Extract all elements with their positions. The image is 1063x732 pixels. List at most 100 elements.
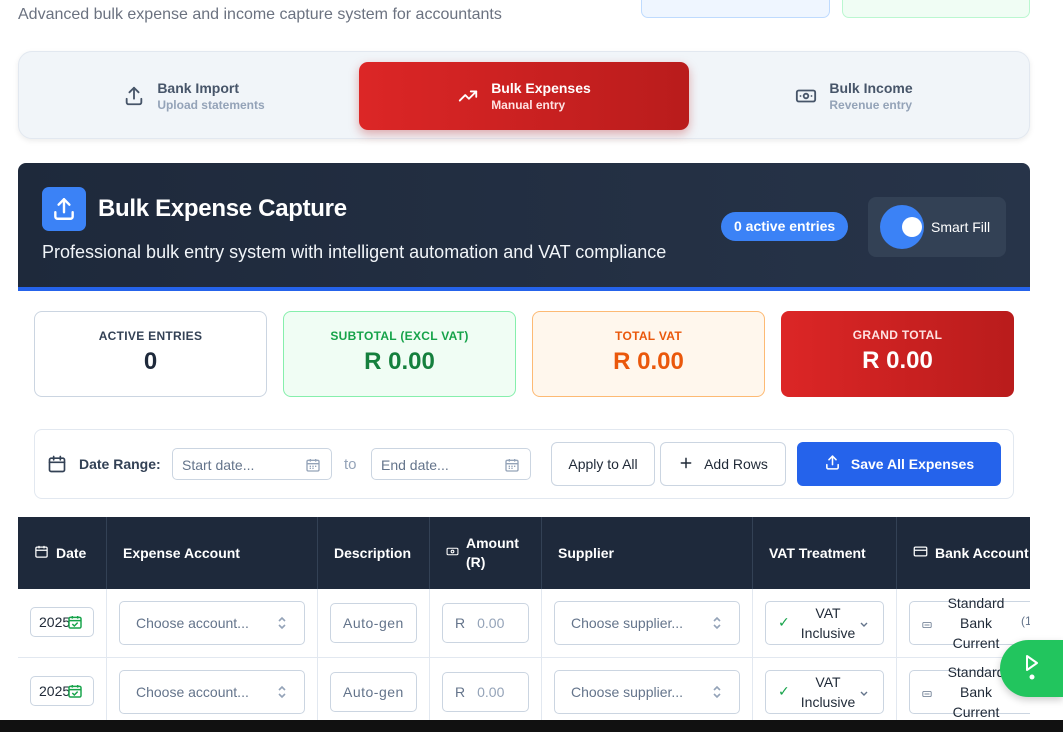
column-header-vat-treatment: VAT Treatment [753, 517, 897, 589]
column-header-description: Description [318, 517, 430, 589]
description-placeholder: Auto-gen [343, 615, 404, 631]
card-label: SUBTOTAL (EXCL VAT) [330, 329, 469, 343]
card-label: GRAND TOTAL [852, 328, 943, 342]
apply-to-all-label: Apply to All [568, 456, 638, 472]
expense-table-header: Date Expense Account Description Amount … [18, 517, 1030, 589]
grand-total-card: GRAND TOTAL R 0.00 [781, 311, 1014, 397]
plus-icon [678, 455, 694, 474]
supplier-select[interactable]: Choose supplier... [554, 601, 740, 645]
chevron-up-down-icon [276, 684, 288, 703]
expense-account-placeholder: Choose account... [136, 615, 249, 631]
banknote-icon [446, 545, 459, 561]
tab-label: Bank Import [157, 80, 239, 96]
expense-account-select[interactable]: Choose account... [119, 670, 305, 714]
tab-sublabel: Upload statements [157, 98, 265, 112]
save-all-expenses-button[interactable]: Save All Expenses [797, 442, 1001, 486]
date-range-label: Date Range: [79, 456, 161, 472]
amount-input[interactable]: R 0.00 [442, 603, 529, 643]
supplier-placeholder: Choose supplier... [571, 684, 684, 700]
chevron-up-down-icon [711, 615, 723, 634]
column-header-label: Description [334, 545, 412, 561]
upload-icon [42, 187, 86, 231]
capture-header: Bulk Expense Capture Professional bulk e… [18, 163, 1030, 291]
bulk-expense-panel: Bulk Expense Capture Professional bulk e… [18, 163, 1030, 723]
calendar-check-icon[interactable] [67, 614, 83, 633]
column-header-expense-account: Expense Account [107, 517, 318, 589]
smart-fill-label: Smart Fill [931, 219, 991, 235]
vat-treatment-value: VAT Inclusive [800, 605, 856, 641]
chevron-up-down-icon [276, 615, 288, 634]
tab-label: Bulk Expenses [491, 80, 591, 96]
add-rows-button[interactable]: Add Rows [660, 442, 786, 486]
card-label: ACTIVE ENTRIES [98, 329, 203, 343]
page-subtitle: Advanced bulk expense and income capture… [18, 6, 502, 23]
column-header-label: Supplier [558, 545, 615, 561]
save-all-expenses-label: Save All Expenses [850, 456, 975, 472]
supplier-select[interactable]: Choose supplier... [554, 670, 740, 714]
description-placeholder: Auto-gen [343, 684, 404, 700]
card-label: TOTAL VAT [615, 329, 682, 343]
column-header-label: Amount (R) [466, 535, 519, 570]
active-entries-card: ACTIVE ENTRIES 0 [34, 311, 267, 397]
description-input[interactable]: Auto-gen [330, 603, 417, 643]
calendar-icon[interactable] [504, 457, 520, 476]
bank-account-select[interactable]: Standard Bank Current (1 [909, 595, 1030, 651]
date-value: 2025 [39, 683, 71, 699]
mode-tabs: Bank Import Upload statements Bulk Expen… [18, 51, 1030, 139]
tab-label: Bulk Income [829, 80, 913, 96]
expense-account-select[interactable]: Choose account... [119, 601, 305, 645]
description-input[interactable]: Auto-gen [330, 672, 417, 712]
amount-placeholder: 0.00 [477, 684, 505, 700]
table-row: 2025 Choose account... Auto-gen R 0.00 C… [18, 589, 1030, 658]
chevron-down-icon [859, 616, 869, 632]
currency-prefix: R [455, 615, 466, 631]
banknote-icon [922, 617, 932, 633]
card-value: R 0.00 [613, 348, 684, 375]
card-value: R 0.00 [862, 347, 933, 374]
tab-bulk-expenses[interactable]: Bulk Expenses Manual entry [359, 62, 689, 130]
upload-icon [123, 85, 145, 107]
smart-fill-toggle[interactable] [880, 205, 924, 249]
calendar-icon[interactable] [305, 457, 321, 476]
vat-treatment-value: VAT Inclusive [800, 674, 856, 710]
floating-action-button[interactable] [1000, 640, 1063, 697]
add-rows-label: Add Rows [704, 456, 768, 472]
bulk-controls-bar: Date Range: Start date... to End date...… [34, 429, 1014, 499]
chart-of-accounts-button[interactable] [842, 0, 1030, 18]
subtotal-card: SUBTOTAL (EXCL VAT) R 0.00 [283, 311, 516, 397]
check-icon: ✓ [778, 683, 790, 699]
column-header-date: Date [18, 517, 107, 589]
page: Advanced bulk expense and income capture… [0, 0, 1063, 732]
currency-prefix: R [455, 684, 466, 700]
card-value: R 0.00 [364, 348, 435, 375]
vat-treatment-select[interactable]: ✓ VAT Inclusive [765, 601, 884, 645]
trending-up-icon [457, 85, 479, 107]
play-icon [1024, 654, 1040, 687]
tab-bank-import[interactable]: Bank Import Upload statements [29, 62, 359, 130]
calendar-check-icon[interactable] [67, 683, 83, 702]
end-date-input[interactable]: End date... [371, 448, 531, 480]
active-entries-badge: 0 active entries [721, 212, 849, 241]
expense-account-placeholder: Choose account... [136, 684, 249, 700]
calendar-icon [34, 544, 49, 562]
to-label: to [344, 456, 357, 473]
card-value: 0 [143, 348, 158, 375]
supplier-placeholder: Choose supplier... [571, 615, 684, 631]
tab-sublabel: Manual entry [491, 98, 566, 112]
column-header-bank-account: Bank Account [897, 517, 1030, 589]
date-input[interactable]: 2025 [30, 607, 94, 637]
date-input[interactable]: 2025 [30, 676, 94, 706]
amount-input[interactable]: R 0.00 [442, 672, 529, 712]
apply-to-all-button[interactable]: Apply to All [551, 442, 655, 486]
vat-treatment-select[interactable]: ✓ VAT Inclusive [765, 670, 884, 714]
total-vat-card: TOTAL VAT R 0.00 [532, 311, 765, 397]
window-bottom-edge [0, 720, 1063, 732]
column-header-label: Bank Account [935, 545, 1029, 561]
date-value: 2025 [39, 614, 71, 630]
check-icon: ✓ [778, 614, 790, 630]
tab-bulk-income[interactable]: Bulk Income Revenue entry [689, 62, 1019, 130]
start-date-input[interactable]: Start date... [172, 448, 332, 480]
capture-subtitle: Professional bulk entry system with inte… [42, 242, 667, 262]
banknote-icon [795, 85, 817, 107]
view-transactions-button[interactable] [641, 0, 830, 18]
